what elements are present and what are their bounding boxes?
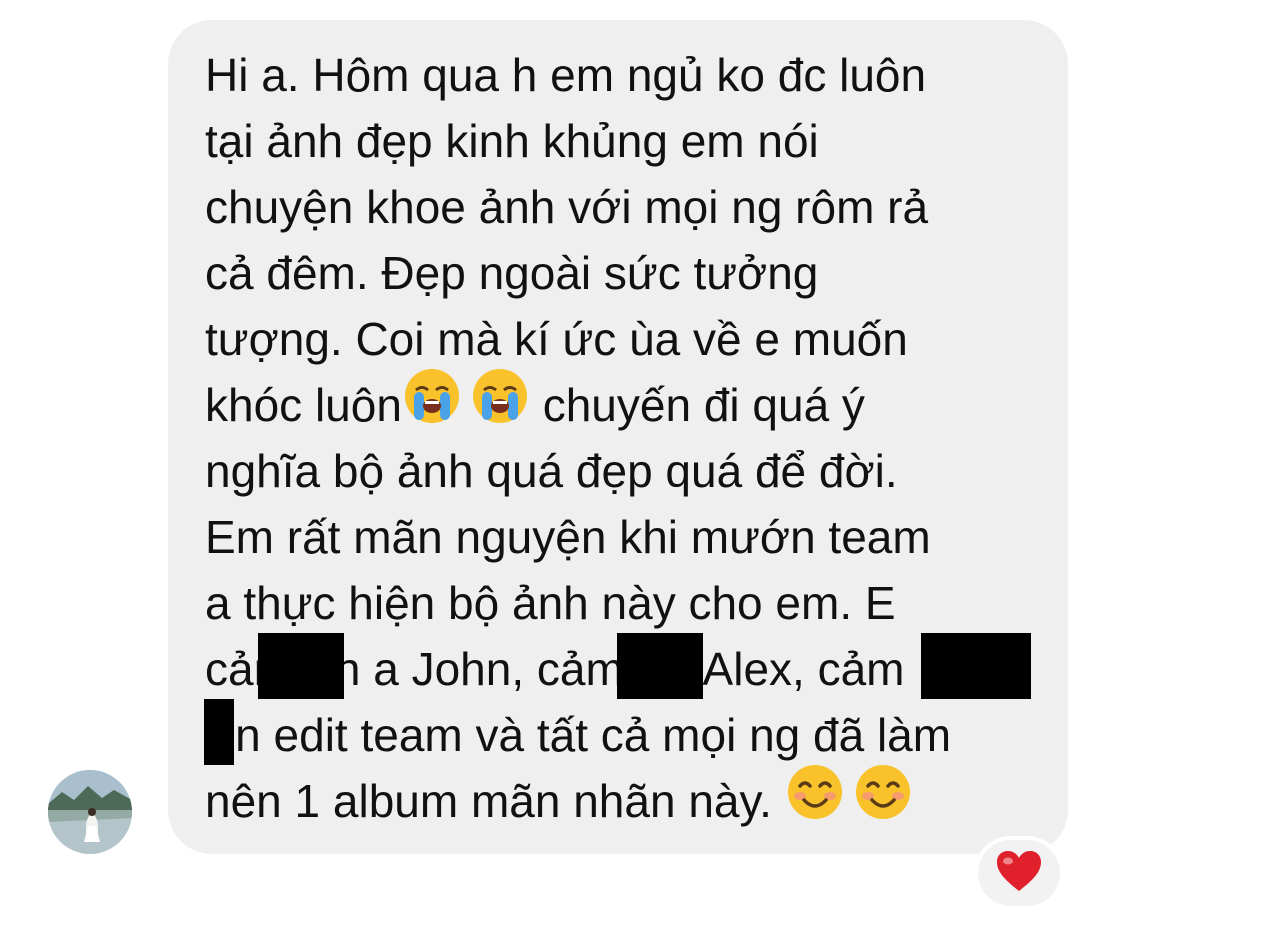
- reaction-badge[interactable]: [978, 840, 1060, 906]
- message-line-11: ơn edit team và tất cả mọi ng đã làm: [205, 709, 952, 761]
- sender-avatar[interactable]: [48, 770, 132, 854]
- message-line-5: tượng. Coi mà kí ức ùa về e muốn: [205, 313, 908, 365]
- message-line-8: Em rất mãn nguyện khi mướn team: [205, 511, 931, 563]
- message-line-3: chuyện khoe ảnh với mọi ng rôm rả: [205, 181, 929, 233]
- loudly-crying-face-icon: [402, 366, 462, 443]
- message-line-6: khóc luôn chuyến đi quá ý: [205, 369, 865, 438]
- heart-icon: [995, 849, 1043, 898]
- smiling-face-icon: [785, 762, 845, 839]
- message-line-2: tại ảnh đẹp kinh khủng em nói: [205, 115, 819, 167]
- message-line-4: cả đêm. Đẹp ngoài sức tưởng: [205, 247, 819, 299]
- loudly-crying-face-icon: [470, 366, 530, 443]
- redaction-box: [921, 633, 1031, 699]
- message-line-12-text: nên 1 album mãn nhãn này.: [205, 775, 785, 827]
- message-line-9: a thực hiện bộ ảnh này cho em. E: [205, 577, 896, 629]
- redaction-box: [617, 633, 703, 699]
- message-line-6-start: khóc luôn: [205, 379, 402, 431]
- message-line-1: Hi a. Hôm qua h em ngủ ko đc luôn: [205, 49, 927, 101]
- redaction-box: [204, 699, 234, 765]
- smiling-face-icon: [853, 762, 913, 839]
- redaction-box: [258, 633, 344, 699]
- avatar-photo: [48, 770, 132, 854]
- message-line-12: nên 1 album mãn nhãn này.: [205, 765, 913, 834]
- message-line-6-end: chuyến đi quá ý: [529, 379, 865, 431]
- message-line-7: nghĩa bộ ảnh quá đẹp quá để đời.: [205, 445, 898, 497]
